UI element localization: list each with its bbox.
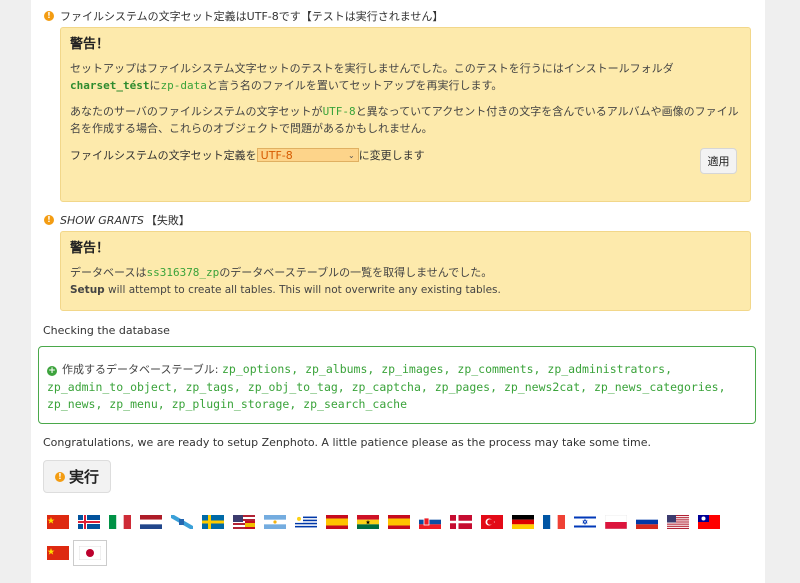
charset-warning-text-2: あなたのサーバのファイルシステムの文字セットがUTF-8と異なっていてアクセント… — [70, 105, 739, 135]
flag-sweden-icon[interactable] — [202, 515, 224, 529]
flag-spain-2-icon[interactable] — [388, 515, 410, 529]
flag-turkey-icon[interactable] — [481, 515, 503, 529]
flag-france-icon[interactable] — [543, 515, 565, 529]
setup-page: ! ファイルシステムの文字セット定義はUTF-8です【テストは実行されません】 … — [31, 0, 765, 583]
tables-label: 作成するデータベーステーブル: — [62, 363, 222, 376]
chevron-down-icon: ⌄ — [347, 150, 355, 160]
flag-japan-icon[interactable] — [73, 540, 107, 566]
checking-database-label: Checking the database — [43, 324, 170, 337]
flag-usa-spanish-icon[interactable] — [233, 515, 255, 529]
flag-russia-icon[interactable] — [636, 515, 658, 529]
flag-italy-icon[interactable] — [109, 515, 131, 529]
flag-ghana-icon[interactable] — [357, 515, 379, 529]
congrats-text: Congratulations, we are ready to setup Z… — [43, 436, 652, 449]
zp-data-file: zp-data — [160, 79, 207, 92]
charset-value: UTF-8 — [322, 105, 356, 118]
grants-title: SHOW GRANTS — [60, 213, 144, 227]
charset-warning-text-1: セットアップはファイルシステム文字セットのテストを実行しませんでした。このテスト… — [70, 62, 674, 92]
flag-denmark-icon[interactable] — [450, 515, 472, 529]
flag-iceland-icon[interactable] — [78, 515, 100, 529]
flag-uruguay-icon[interactable] — [295, 515, 317, 529]
tables-text: + 作成するデータベーステーブル: zp_options, zp_albums, … — [47, 361, 745, 414]
charset-warning-box: 警告！ セットアップはファイルシステム文字セットのテストを実行しませんでした。こ… — [60, 27, 751, 202]
grants-warning-text-1: データベースはss316378_zpのデータベーステーブルの一覧を取得しませんで… — [70, 266, 493, 279]
apply-button[interactable]: 適用 — [700, 148, 737, 174]
flag-china-icon[interactable] — [47, 515, 69, 529]
warning-heading: 警告！ — [70, 37, 110, 52]
warning-icon: ! — [44, 215, 54, 225]
flag-israel-icon[interactable] — [574, 515, 596, 529]
flag-usa-icon[interactable] — [667, 515, 689, 529]
plus-circle-icon: + — [47, 366, 57, 376]
charset-select[interactable]: UTF-8 ⌄ — [256, 148, 359, 162]
charset-folder-name: charset_tést — [70, 79, 150, 92]
flag-poland-icon[interactable] — [605, 515, 627, 529]
flag-germany-icon[interactable] — [512, 515, 534, 529]
flag-argentina-icon[interactable] — [264, 515, 286, 529]
grants-warning-text-2: Setup will attempt to create all tables.… — [70, 284, 501, 296]
grants-status: 【失敗】 — [145, 214, 190, 227]
database-name: ss316378_zp — [146, 266, 220, 279]
flag-netherlands-icon[interactable] — [140, 515, 162, 529]
charset-define-row: ファイルシステムの文字セット定義を UTF-8 ⌄ に変更します — [70, 148, 425, 162]
flag-spain-icon[interactable] — [326, 515, 348, 529]
flag-slovakia-icon[interactable] — [419, 515, 441, 529]
warning-icon: ! — [54, 471, 65, 482]
grants-check-row: ! SHOW GRANTS 【失敗】 — [44, 212, 190, 228]
flag-galicia-icon[interactable] — [171, 515, 193, 529]
charset-check-title: ファイルシステムの文字セット定義はUTF-8です【テストは実行されません】 — [60, 10, 444, 23]
charset-check-row: ! ファイルシステムの文字セット定義はUTF-8です【テストは実行されません】 — [44, 8, 443, 24]
tables-box: + 作成するデータベーステーブル: zp_options, zp_albums, … — [38, 346, 756, 424]
run-button[interactable]: ! 実行 — [43, 460, 111, 493]
warning-heading: 警告！ — [70, 241, 110, 256]
flag-china-2-icon[interactable] — [47, 546, 69, 560]
flag-taiwan-icon[interactable] — [698, 515, 720, 529]
warning-icon: ! — [44, 11, 54, 21]
grants-warning-box: 警告！ データベースはss316378_zpのデータベーステーブルの一覧を取得し… — [60, 231, 751, 311]
